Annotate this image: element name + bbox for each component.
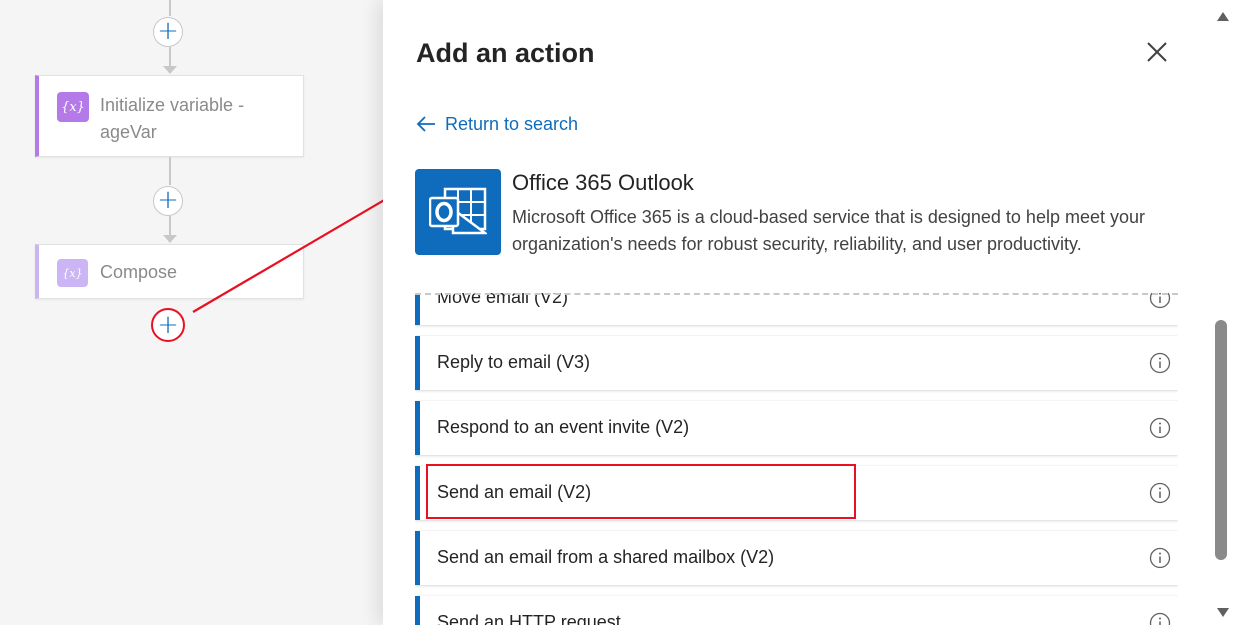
- plus-icon: +: [157, 184, 179, 215]
- action-send-http-request[interactable]: Send an HTTP request: [415, 596, 1178, 625]
- info-icon[interactable]: [1149, 482, 1171, 504]
- action-label: Send an email (V2): [437, 482, 592, 502]
- connector-line: [169, 47, 171, 67]
- connector-arrowhead: [163, 235, 177, 243]
- connector-line: [169, 0, 171, 16]
- variable-icon: {x}: [57, 92, 89, 122]
- annotation-circle: [151, 308, 185, 342]
- action-move-email[interactable]: Move email (V2): [415, 293, 1178, 325]
- card-title-line2: ageVar: [100, 122, 157, 142]
- info-icon[interactable]: [1149, 612, 1171, 625]
- action-send-email-shared-mailbox[interactable]: Send an email from a shared mailbox (V2): [415, 531, 1178, 585]
- arrow-left-icon: [416, 116, 435, 132]
- scroll-down-arrow-icon[interactable]: [1217, 608, 1229, 617]
- outlook-icon: [415, 169, 501, 255]
- return-to-search-link[interactable]: Return to search: [415, 113, 578, 135]
- compose-icon: {x}: [57, 259, 88, 287]
- flow-canvas: + {x} Initialize variable - ageVar + {x}…: [0, 0, 383, 625]
- action-label: Respond to an event invite (V2): [437, 417, 690, 437]
- connector-name: Office 365 Outlook: [512, 170, 694, 195]
- connector-line: [169, 157, 171, 185]
- connector-line: [169, 216, 171, 236]
- info-icon[interactable]: [1149, 417, 1171, 439]
- connector-description: Microsoft Office 365 is a cloud-based se…: [512, 207, 1145, 254]
- info-icon[interactable]: [1149, 293, 1171, 309]
- card-title-line1: Initialize variable -: [100, 95, 245, 115]
- add-action-panel: Add an action Return to search Office 36…: [383, 0, 1213, 625]
- action-respond-to-event-invite[interactable]: Respond to an event invite (V2): [415, 401, 1178, 455]
- scroll-thumb[interactable]: [1215, 320, 1227, 560]
- scroll-up-arrow-icon[interactable]: [1217, 12, 1229, 21]
- action-label: Send an HTTP request: [437, 612, 621, 625]
- action-reply-to-email[interactable]: Reply to email (V3): [415, 336, 1178, 390]
- card-title: Initialize variable - ageVar: [100, 92, 244, 146]
- return-to-search-label: Return to search: [445, 113, 579, 134]
- close-icon[interactable]: [1143, 38, 1171, 66]
- info-icon[interactable]: [1149, 352, 1171, 374]
- action-list: Move email (V2) Reply to email (V3) Resp…: [415, 293, 1178, 625]
- action-label: Move email (V2): [437, 293, 569, 307]
- action-send-an-email[interactable]: Send an email (V2): [415, 466, 1178, 520]
- list-divider: [415, 293, 1178, 295]
- insert-step-button[interactable]: +: [153, 186, 183, 216]
- initialize-variable-card[interactable]: {x} Initialize variable - ageVar: [35, 75, 304, 157]
- info-icon[interactable]: [1149, 547, 1171, 569]
- plus-icon: +: [157, 15, 179, 46]
- connector-arrowhead: [163, 66, 177, 74]
- action-label: Send an email from a shared mailbox (V2): [437, 547, 775, 567]
- compose-card[interactable]: {x} Compose: [35, 244, 304, 299]
- panel-title: Add an action: [416, 38, 595, 68]
- insert-step-button[interactable]: +: [153, 17, 183, 47]
- action-label: Reply to email (V3): [437, 352, 591, 372]
- card-title: Compose: [100, 262, 178, 282]
- vertical-scrollbar[interactable]: [1213, 0, 1233, 625]
